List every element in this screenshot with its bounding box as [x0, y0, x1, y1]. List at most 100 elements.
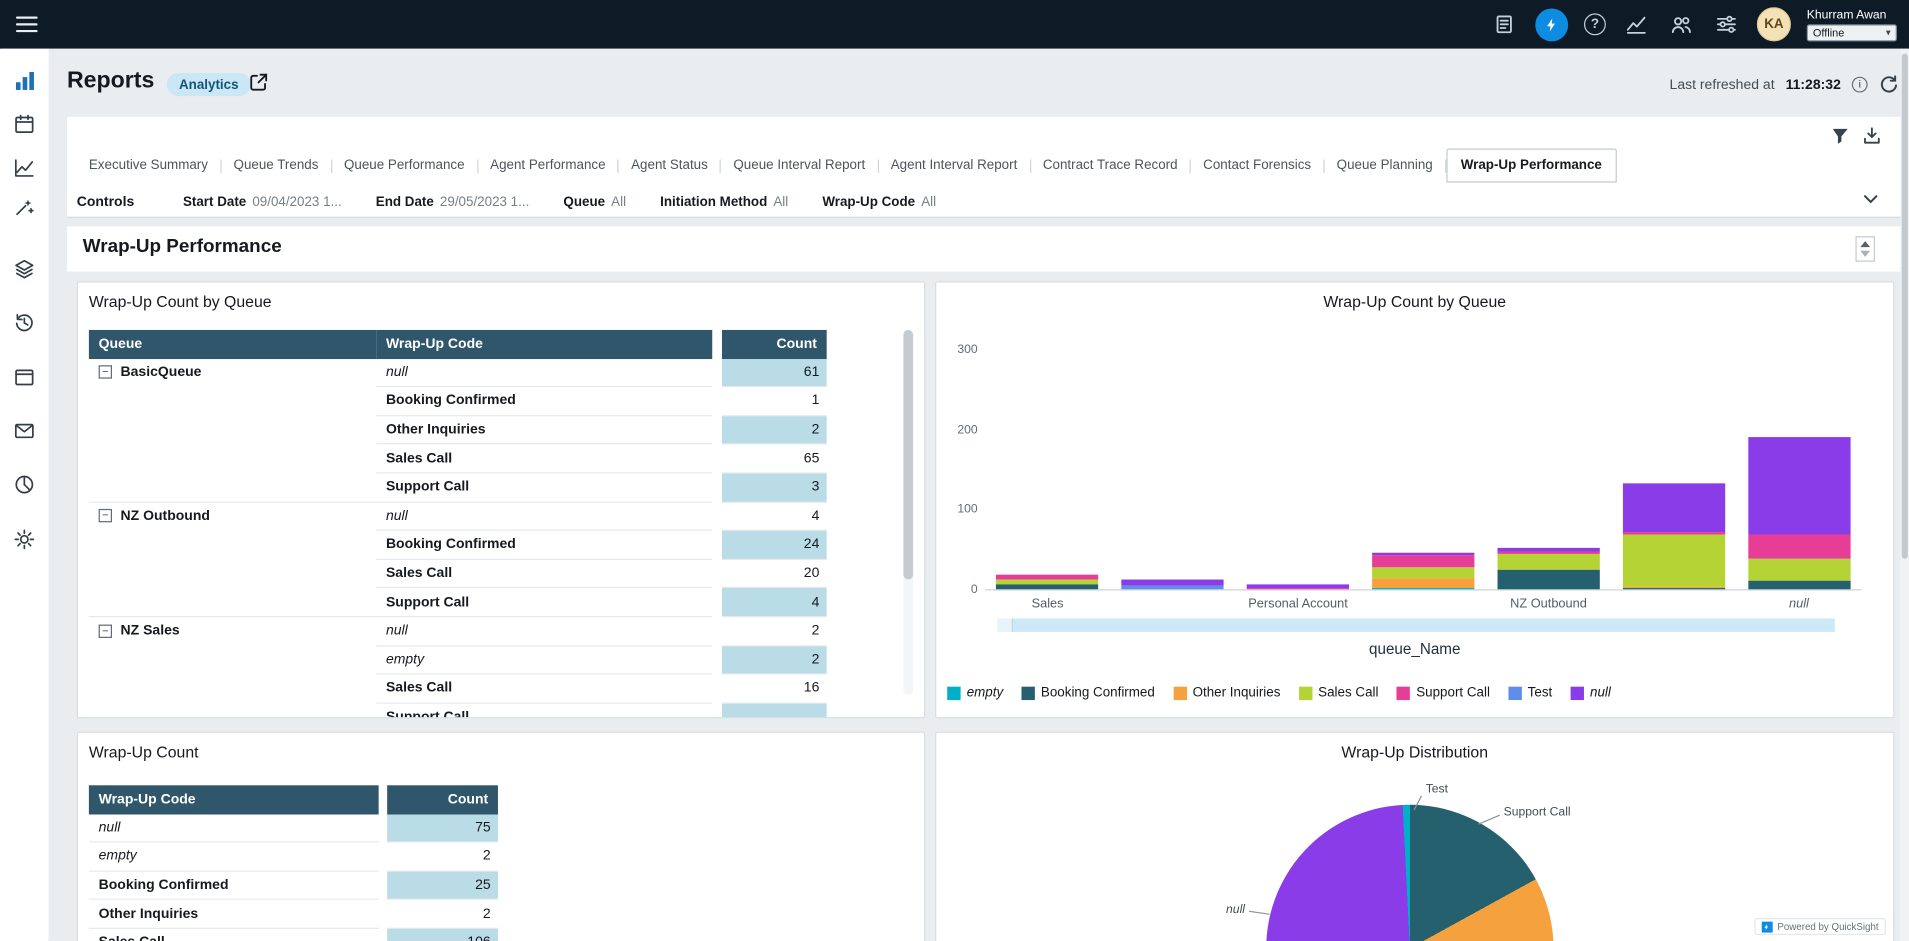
hamburger-menu-icon[interactable]: [13, 11, 40, 38]
column-header-count[interactable]: Count: [722, 330, 827, 359]
sidebar-item-history-icon[interactable]: [10, 308, 39, 337]
pie-chart[interactable]: [1266, 805, 1553, 941]
bar-slot: [1361, 553, 1486, 590]
collapse-icon[interactable]: [99, 624, 112, 637]
avatar[interactable]: KA: [1757, 7, 1791, 41]
table-header-row: Wrap-Up Code Count: [89, 785, 498, 814]
stacked-bar-sales[interactable]: [996, 575, 1098, 589]
metrics-icon[interactable]: [1622, 10, 1651, 39]
control-filter-queue[interactable]: QueueAll: [563, 195, 626, 210]
table-scrollbar[interactable]: [903, 330, 913, 695]
stacked-bar-null[interactable]: [1748, 437, 1850, 589]
stacked-bar-unlabeled[interactable]: [1372, 553, 1474, 590]
control-filter-end-date[interactable]: End Date29/05/2023 1...: [376, 195, 530, 210]
sidebar-item-line-chart-icon[interactable]: [10, 153, 39, 182]
tab-queue-performance[interactable]: Queue Performance: [332, 151, 477, 180]
tab-wrap-up-performance[interactable]: Wrap-Up Performance: [1446, 149, 1616, 183]
notes-icon[interactable]: [1490, 10, 1519, 39]
column-gap: [379, 814, 388, 843]
export-icon[interactable]: [1862, 125, 1884, 147]
table-row: Booking Confirmed24: [89, 531, 827, 560]
wrapup-by-queue-table: Queue Wrap-Up Code Count BasicQueuenull6…: [89, 330, 827, 718]
tab-executive-summary[interactable]: Executive Summary: [77, 151, 220, 180]
collapse-icon[interactable]: [99, 509, 112, 522]
tab-agent-status[interactable]: Agent Status: [619, 151, 720, 180]
topbar-actions: KA Khurram Awan Offline: [1490, 0, 1897, 49]
table-row: Support Call4: [89, 588, 827, 617]
status-dropdown[interactable]: Offline: [1807, 24, 1897, 41]
stacked-bar-unlabeled[interactable]: [1122, 580, 1224, 590]
legend-swatch: [1508, 686, 1521, 699]
sidebar-item-doughnut-icon[interactable]: [10, 470, 39, 499]
wrapup-count-table-body: null75empty2Booking Confirmed25Other Inq…: [89, 814, 498, 941]
queue-cell[interactable]: NZ Sales: [89, 617, 376, 646]
tab-agent-performance[interactable]: Agent Performance: [478, 151, 618, 180]
queue-cell[interactable]: NZ Outbound: [89, 502, 376, 531]
wrapup-code-cell: null: [376, 502, 712, 531]
column-gap: [712, 359, 722, 388]
sidebar-item-reports-bar-chart-icon[interactable]: [10, 66, 39, 95]
sidebar-item-wand-icon[interactable]: [10, 192, 39, 221]
stacked-bar-nz-outbound[interactable]: [1497, 548, 1599, 590]
quicksight-analytics-icon[interactable]: [1535, 8, 1568, 41]
tab-agent-interval-report[interactable]: Agent Interval Report: [879, 151, 1030, 180]
control-filter-start-date[interactable]: Start Date09/04/2023 1...: [183, 195, 342, 210]
tab-contact-forensics[interactable]: Contact Forensics: [1191, 151, 1323, 180]
column-header-wrapup-code[interactable]: Wrap-Up Code: [89, 785, 379, 814]
sidebar-item-gear-icon[interactable]: [10, 525, 39, 554]
scrollbar-thumb[interactable]: [903, 330, 913, 580]
control-filter-initiation-method[interactable]: Initiation MethodAll: [660, 195, 788, 210]
x-axis-zoom-scrollbar[interactable]: [997, 618, 1835, 631]
stacked-bar-personal-account[interactable]: [1247, 584, 1349, 589]
bar-segment-booking-confirmed: [1623, 588, 1725, 589]
spinner-down-icon[interactable]: [1860, 251, 1870, 257]
sidebar-item-window-icon[interactable]: [10, 363, 39, 392]
chevron-down-icon[interactable]: [1862, 190, 1881, 209]
legend-item-other-inquiries[interactable]: Other Inquiries: [1173, 685, 1280, 700]
settings-sliders-icon[interactable]: [1712, 10, 1741, 39]
filter-value: All: [773, 195, 788, 210]
sidebar-item-calendar-icon[interactable]: [10, 110, 39, 139]
refresh-icon[interactable]: [1879, 74, 1900, 95]
vertical-scrollbar[interactable]: [1901, 49, 1909, 941]
spinner-up-icon[interactable]: [1860, 241, 1870, 247]
collapse-icon[interactable]: [99, 366, 112, 379]
sidebar-item-mail-icon[interactable]: [10, 416, 39, 445]
info-icon[interactable]: [1852, 77, 1868, 93]
scrollbar-thumb[interactable]: [1902, 54, 1908, 559]
tab-contract-trace-record[interactable]: Contract Trace Record: [1031, 151, 1190, 180]
sidebar-item-layers-icon[interactable]: [10, 254, 39, 283]
legend-item-sales-call[interactable]: Sales Call: [1299, 685, 1379, 700]
queue-cell[interactable]: BasicQueue: [89, 359, 376, 388]
wrapup-count-by-queue-chart-card: Wrap-Up Count by Queue 0100200300 SalesP…: [935, 281, 1894, 718]
filter-icon[interactable]: [1830, 125, 1852, 147]
help-icon[interactable]: [1584, 13, 1606, 35]
wrapup-distribution-card: Wrap-Up Distribution Test Support Call n…: [935, 732, 1894, 941]
x-tick-label: Sales: [985, 597, 1110, 612]
scroll-spinner-control[interactable]: [1855, 236, 1874, 262]
page-title: Reports: [67, 68, 154, 95]
count-cell: 2: [722, 617, 827, 646]
legend-item-null[interactable]: null: [1571, 685, 1611, 700]
column-gap: [712, 330, 722, 359]
legend-item-booking-confirmed[interactable]: Booking Confirmed: [1021, 685, 1154, 700]
x-tick-label: [1361, 597, 1486, 612]
legend-item-support-call[interactable]: Support Call: [1397, 685, 1490, 700]
column-gap: [712, 646, 722, 675]
legend-item-empty[interactable]: empty: [947, 685, 1003, 700]
column-header-count[interactable]: Count: [387, 785, 498, 814]
control-filter-wrap-up-code[interactable]: Wrap-Up CodeAll: [822, 195, 936, 210]
stacked-bar-unlabeled[interactable]: [1623, 484, 1725, 590]
tab-queue-planning[interactable]: Queue Planning: [1324, 151, 1444, 180]
column-header-queue[interactable]: Queue: [89, 330, 376, 359]
count-cell: 16: [722, 675, 827, 704]
tab-queue-trends[interactable]: Queue Trends: [221, 151, 330, 180]
table-row: NZ Outboundnull4: [89, 502, 827, 531]
users-icon[interactable]: [1667, 10, 1696, 39]
open-external-icon[interactable]: [248, 72, 270, 94]
column-header-wrapup-code[interactable]: Wrap-Up Code: [376, 330, 712, 359]
legend-item-test[interactable]: Test: [1508, 685, 1552, 700]
zoom-handle[interactable]: [997, 618, 1013, 631]
tab-queue-interval-report[interactable]: Queue Interval Report: [721, 151, 877, 180]
wrapup-code-cell: null: [376, 617, 712, 646]
